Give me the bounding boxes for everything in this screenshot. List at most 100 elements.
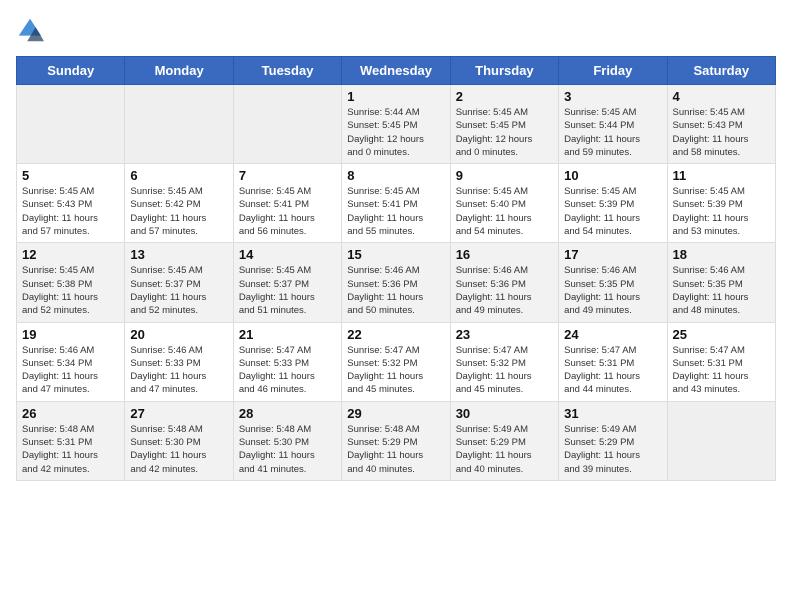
day-number: 9	[456, 168, 553, 183]
day-number: 12	[22, 247, 119, 262]
day-number: 19	[22, 327, 119, 342]
day-info: Sunrise: 5:45 AMSunset: 5:43 PMDaylight:…	[673, 106, 770, 159]
logo	[16, 16, 48, 44]
day-info: Sunrise: 5:45 AMSunset: 5:39 PMDaylight:…	[564, 185, 661, 238]
calendar-cell: 10 Sunrise: 5:45 AMSunset: 5:39 PMDayligh…	[559, 164, 667, 243]
weekday-header-tuesday: Tuesday	[233, 57, 341, 85]
calendar-cell: 28Sunrise: 5:48 AMSunset: 5:30 PMDayligh…	[233, 401, 341, 480]
day-info: Sunrise: 5:46 AMSunset: 5:36 PMDaylight:…	[456, 264, 553, 317]
day-info: Sunrise: 5:45 AMSunset: 5:41 PMDaylight:…	[239, 185, 336, 238]
calendar-cell	[125, 85, 233, 164]
calendar-cell	[17, 85, 125, 164]
day-number: 2	[456, 89, 553, 104]
day-info: Sunrise: 5:46 AMSunset: 5:33 PMDaylight:…	[130, 344, 227, 397]
day-number: 10	[564, 168, 661, 183]
main-container: SundayMondayTuesdayWednesdayThursdayFrid…	[0, 0, 792, 489]
day-number: 15	[347, 247, 444, 262]
calendar-cell: 23 Sunrise: 5:47 AMSunset: 5:32 PMDayligh…	[450, 322, 558, 401]
week-row-1: 1 Sunrise: 5:44 AMSunset: 5:45 PMDaylight…	[17, 85, 776, 164]
day-info: Sunrise: 5:46 AMSunset: 5:35 PMDaylight:…	[564, 264, 661, 317]
day-number: 17	[564, 247, 661, 262]
day-number: 18	[673, 247, 770, 262]
day-info: Sunrise: 5:45 AMSunset: 5:44 PMDaylight:…	[564, 106, 661, 159]
day-number: 4	[673, 89, 770, 104]
day-info: Sunrise: 5:47 AMSunset: 5:31 PMDaylight:…	[564, 344, 661, 397]
calendar-cell: 25 Sunrise: 5:47 AMSunset: 5:31 PMDayligh…	[667, 322, 775, 401]
weekday-header-row: SundayMondayTuesdayWednesdayThursdayFrid…	[17, 57, 776, 85]
calendar-cell: 24 Sunrise: 5:47 AMSunset: 5:31 PMDayligh…	[559, 322, 667, 401]
day-number: 6	[130, 168, 227, 183]
day-info: Sunrise: 5:48 AMSunset: 5:29 PMDaylight:…	[347, 423, 444, 476]
day-number: 20	[130, 327, 227, 342]
day-info: Sunrise: 5:45 AMSunset: 5:39 PMDaylight:…	[673, 185, 770, 238]
calendar-cell: 16 Sunrise: 5:46 AMSunset: 5:36 PMDayligh…	[450, 243, 558, 322]
calendar-cell: 18 Sunrise: 5:46 AMSunset: 5:35 PMDayligh…	[667, 243, 775, 322]
day-info: Sunrise: 5:47 AMSunset: 5:31 PMDaylight:…	[673, 344, 770, 397]
day-number: 30	[456, 406, 553, 421]
calendar-cell: 30 Sunrise: 5:49 AMSunset: 5:29 PMDayligh…	[450, 401, 558, 480]
calendar-cell: 4 Sunrise: 5:45 AMSunset: 5:43 PMDaylight…	[667, 85, 775, 164]
calendar-cell: 19 Sunrise: 5:46 AMSunset: 5:34 PMDayligh…	[17, 322, 125, 401]
week-row-3: 12Sunrise: 5:45 AMSunset: 5:38 PMDayligh…	[17, 243, 776, 322]
week-row-2: 5Sunrise: 5:45 AMSunset: 5:43 PMDaylight…	[17, 164, 776, 243]
day-info: Sunrise: 5:45 AMSunset: 5:41 PMDaylight:…	[347, 185, 444, 238]
day-info: Sunrise: 5:45 AMSunset: 5:45 PMDaylight:…	[456, 106, 553, 159]
day-number: 13	[130, 247, 227, 262]
calendar-cell: 15 Sunrise: 5:46 AMSunset: 5:36 PMDayligh…	[342, 243, 450, 322]
calendar-cell: 6 Sunrise: 5:45 AMSunset: 5:42 PMDaylight…	[125, 164, 233, 243]
day-number: 16	[456, 247, 553, 262]
day-number: 25	[673, 327, 770, 342]
calendar-cell: 5Sunrise: 5:45 AMSunset: 5:43 PMDaylight…	[17, 164, 125, 243]
week-row-4: 19 Sunrise: 5:46 AMSunset: 5:34 PMDayligh…	[17, 322, 776, 401]
day-number: 14	[239, 247, 336, 262]
day-info: Sunrise: 5:49 AMSunset: 5:29 PMDaylight:…	[456, 423, 553, 476]
day-number: 5	[22, 168, 119, 183]
calendar-cell: 3 Sunrise: 5:45 AMSunset: 5:44 PMDaylight…	[559, 85, 667, 164]
calendar-cell: 22Sunrise: 5:47 AMSunset: 5:32 PMDayligh…	[342, 322, 450, 401]
day-number: 29	[347, 406, 444, 421]
day-number: 27	[130, 406, 227, 421]
day-info: Sunrise: 5:45 AMSunset: 5:37 PMDaylight:…	[239, 264, 336, 317]
day-info: Sunrise: 5:47 AMSunset: 5:32 PMDaylight:…	[456, 344, 553, 397]
day-info: Sunrise: 5:48 AMSunset: 5:30 PMDaylight:…	[130, 423, 227, 476]
day-number: 21	[239, 327, 336, 342]
calendar-cell: 8 Sunrise: 5:45 AMSunset: 5:41 PMDaylight…	[342, 164, 450, 243]
calendar-cell	[667, 401, 775, 480]
logo-icon	[16, 16, 44, 44]
day-info: Sunrise: 5:44 AMSunset: 5:45 PMDaylight:…	[347, 106, 444, 159]
calendar-cell: 14 Sunrise: 5:45 AMSunset: 5:37 PMDayligh…	[233, 243, 341, 322]
calendar-cell: 31Sunrise: 5:49 AMSunset: 5:29 PMDayligh…	[559, 401, 667, 480]
day-info: Sunrise: 5:47 AMSunset: 5:32 PMDaylight:…	[347, 344, 444, 397]
day-number: 8	[347, 168, 444, 183]
day-info: Sunrise: 5:46 AMSunset: 5:36 PMDaylight:…	[347, 264, 444, 317]
calendar-cell: 29 Sunrise: 5:48 AMSunset: 5:29 PMDayligh…	[342, 401, 450, 480]
calendar-cell: 11 Sunrise: 5:45 AMSunset: 5:39 PMDayligh…	[667, 164, 775, 243]
weekday-header-monday: Monday	[125, 57, 233, 85]
day-info: Sunrise: 5:45 AMSunset: 5:37 PMDaylight:…	[130, 264, 227, 317]
day-number: 23	[456, 327, 553, 342]
calendar-cell: 17 Sunrise: 5:46 AMSunset: 5:35 PMDayligh…	[559, 243, 667, 322]
calendar-cell: 27 Sunrise: 5:48 AMSunset: 5:30 PMDayligh…	[125, 401, 233, 480]
day-info: Sunrise: 5:46 AMSunset: 5:34 PMDaylight:…	[22, 344, 119, 397]
calendar-cell: 26 Sunrise: 5:48 AMSunset: 5:31 PMDayligh…	[17, 401, 125, 480]
day-info: Sunrise: 5:48 AMSunset: 5:30 PMDaylight:…	[239, 423, 336, 476]
day-number: 11	[673, 168, 770, 183]
calendar-cell: 20 Sunrise: 5:46 AMSunset: 5:33 PMDayligh…	[125, 322, 233, 401]
day-number: 26	[22, 406, 119, 421]
day-info: Sunrise: 5:48 AMSunset: 5:31 PMDaylight:…	[22, 423, 119, 476]
calendar-cell: 12Sunrise: 5:45 AMSunset: 5:38 PMDayligh…	[17, 243, 125, 322]
calendar-table: SundayMondayTuesdayWednesdayThursdayFrid…	[16, 56, 776, 481]
weekday-header-friday: Friday	[559, 57, 667, 85]
day-number: 1	[347, 89, 444, 104]
day-info: Sunrise: 5:45 AMSunset: 5:42 PMDaylight:…	[130, 185, 227, 238]
calendar-cell	[233, 85, 341, 164]
week-row-5: 26 Sunrise: 5:48 AMSunset: 5:31 PMDayligh…	[17, 401, 776, 480]
calendar-cell: 7Sunrise: 5:45 AMSunset: 5:41 PMDaylight…	[233, 164, 341, 243]
weekday-header-saturday: Saturday	[667, 57, 775, 85]
day-number: 24	[564, 327, 661, 342]
day-number: 3	[564, 89, 661, 104]
day-info: Sunrise: 5:46 AMSunset: 5:35 PMDaylight:…	[673, 264, 770, 317]
calendar-cell: 13 Sunrise: 5:45 AMSunset: 5:37 PMDayligh…	[125, 243, 233, 322]
weekday-header-wednesday: Wednesday	[342, 57, 450, 85]
calendar-cell: 2 Sunrise: 5:45 AMSunset: 5:45 PMDaylight…	[450, 85, 558, 164]
